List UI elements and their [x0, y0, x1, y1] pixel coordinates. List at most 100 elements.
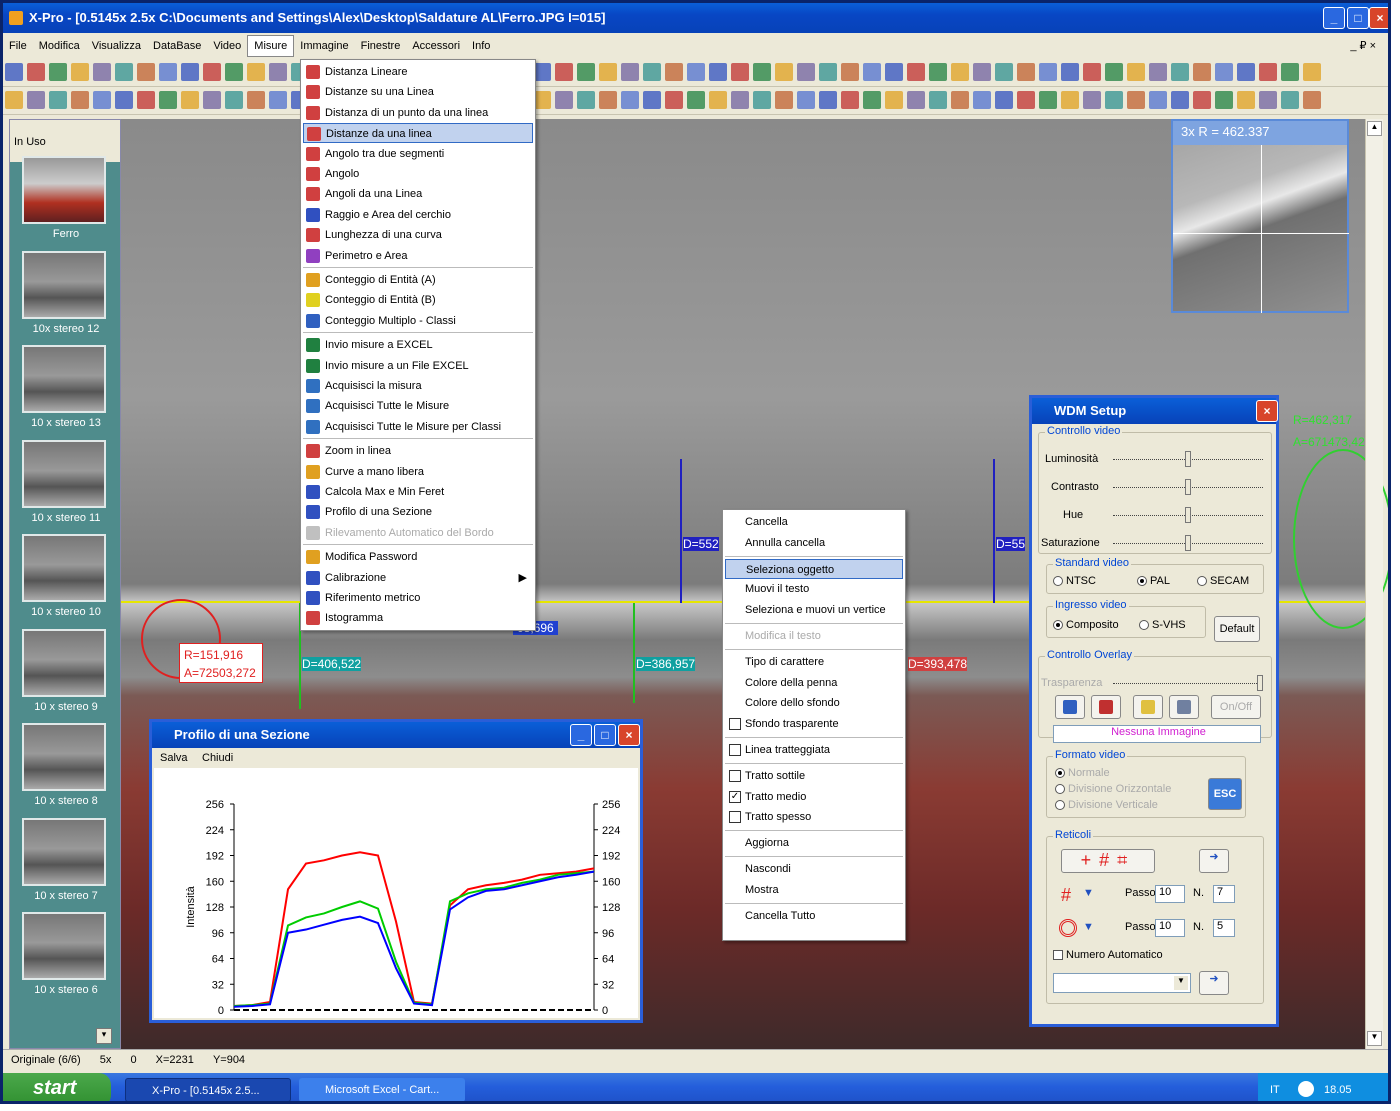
toolbar-icon[interactable]: [665, 63, 683, 81]
toolbar-icon[interactable]: [731, 63, 749, 81]
hue-knob[interactable]: [1185, 507, 1191, 523]
misure-item[interactable]: Distanze su una Linea: [303, 82, 533, 102]
misure-item[interactable]: Perimetro e Area: [303, 246, 533, 266]
profile-maximize-button[interactable]: □: [594, 724, 616, 746]
toolbar-icon[interactable]: [973, 91, 991, 109]
toolbar-icon[interactable]: [797, 63, 815, 81]
misure-item[interactable]: Profilo di una Sezione: [303, 502, 533, 522]
menu-misure[interactable]: Misure: [247, 35, 295, 57]
toolbar-icon[interactable]: [665, 91, 683, 109]
toolbar-icon[interactable]: [1105, 63, 1123, 81]
toolbar-icon[interactable]: [1127, 91, 1145, 109]
grid-icon[interactable]: #: [1061, 885, 1071, 906]
mdi-controls[interactable]: _ ₽ ×: [1344, 35, 1382, 56]
radio-pal[interactable]: PAL: [1137, 575, 1170, 587]
toolbar-icon[interactable]: [929, 91, 947, 109]
toolbar-icon[interactable]: [5, 91, 23, 109]
toolbar-icon[interactable]: [1193, 91, 1211, 109]
saturazione-knob[interactable]: [1185, 535, 1191, 551]
reticoli-select[interactable]: ▼: [1053, 973, 1191, 993]
misure-item[interactable]: Distanze da una linea: [303, 123, 533, 144]
toolbar-icon[interactable]: [555, 91, 573, 109]
overlay-btn-4[interactable]: [1169, 695, 1199, 719]
contrasto-knob[interactable]: [1185, 479, 1191, 495]
menu-accessori[interactable]: Accessori: [406, 36, 466, 56]
toolbar-icon[interactable]: [203, 63, 221, 81]
toolbar-icon[interactable]: [643, 63, 661, 81]
toolbar-icon[interactable]: [621, 91, 639, 109]
thumbnail-image[interactable]: [22, 628, 106, 697]
misure-item[interactable]: Calibrazione ▶: [303, 568, 533, 588]
toolbar-icon[interactable]: [137, 91, 155, 109]
menu-modifica[interactable]: Modifica: [33, 36, 86, 56]
toolbar-icon[interactable]: [5, 63, 23, 81]
thumbnail-image[interactable]: [22, 156, 106, 224]
toolbar-icon[interactable]: [951, 63, 969, 81]
toolbar-icon[interactable]: [819, 63, 837, 81]
misure-item[interactable]: Angolo: [303, 164, 533, 184]
misure-item[interactable]: Raggio e Area del cerchio: [303, 205, 533, 225]
wdm-close-button[interactable]: ×: [1256, 400, 1278, 422]
radio-composito[interactable]: Composito: [1053, 619, 1119, 631]
saturazione-slider[interactable]: [1113, 535, 1263, 551]
luminosita-knob[interactable]: [1185, 451, 1191, 467]
radio-div-verticale[interactable]: Divisione Verticale: [1055, 799, 1158, 811]
misure-item[interactable]: Distanza di un punto da una linea: [303, 103, 533, 123]
toolbar-icon[interactable]: [687, 91, 705, 109]
toolbar-icon[interactable]: [247, 63, 265, 81]
toolbar-icon[interactable]: [841, 63, 859, 81]
misure-item[interactable]: Invio misure a EXCEL: [303, 335, 533, 355]
toolbar-icon[interactable]: [1149, 63, 1167, 81]
profile-menu-chiudi[interactable]: Chiudi: [202, 752, 233, 764]
toolbar-icon[interactable]: [577, 63, 595, 81]
misure-item[interactable]: Modifica Password: [303, 547, 533, 567]
toolbar-icon[interactable]: [1083, 63, 1101, 81]
toolbar-icon[interactable]: [159, 91, 177, 109]
task-excel[interactable]: Microsoft Excel - Cart...: [299, 1078, 465, 1101]
toolbar-icon[interactable]: [1237, 63, 1255, 81]
toolbar-icon[interactable]: [1061, 91, 1079, 109]
misure-item[interactable]: Conteggio Multiplo - Classi: [303, 311, 533, 331]
toolbar-icon[interactable]: [863, 91, 881, 109]
luminosita-slider[interactable]: [1113, 451, 1263, 467]
menu-finestre[interactable]: Finestre: [355, 36, 407, 56]
toolbar-icon[interactable]: [269, 91, 287, 109]
toolbar-icon[interactable]: [71, 91, 89, 109]
thumbnail-image[interactable]: [22, 817, 106, 886]
maximize-button[interactable]: □: [1347, 7, 1369, 29]
toolbar-icon[interactable]: [1017, 63, 1035, 81]
misure-item[interactable]: Acquisisci la misura: [303, 376, 533, 396]
reticoli-apply-button-2[interactable]: ➜: [1199, 971, 1229, 995]
toolbar-icon[interactable]: [885, 63, 903, 81]
n-field-2[interactable]: 5: [1213, 919, 1235, 937]
context-item[interactable]: Seleziona oggetto: [725, 558, 903, 579]
reticoli-buttons[interactable]: +#⌗: [1061, 849, 1155, 873]
toolbar-icon[interactable]: [995, 63, 1013, 81]
onoff-button[interactable]: On/Off: [1211, 695, 1261, 719]
thumbnail-image[interactable]: [22, 250, 106, 319]
toolbar-icon[interactable]: [159, 63, 177, 81]
menu-database[interactable]: DataBase: [147, 36, 207, 56]
toolbar-icon[interactable]: [247, 91, 265, 109]
thumbnail-image[interactable]: [22, 439, 106, 508]
context-item[interactable]: Sfondo trasparente: [725, 714, 903, 734]
toolbar-icon[interactable]: [907, 91, 925, 109]
toolbar-icon[interactable]: [1039, 63, 1057, 81]
toolbar-icon[interactable]: [995, 91, 1013, 109]
toolbar-icon[interactable]: [621, 63, 639, 81]
overlay-btn-3[interactable]: [1133, 695, 1163, 719]
toolbar-icon[interactable]: [1281, 63, 1299, 81]
trasparenza-knob[interactable]: [1257, 675, 1263, 691]
passo-field-1[interactable]: 10: [1155, 885, 1185, 903]
vertical-scrollbar[interactable]: ▲ ▼: [1365, 119, 1383, 1049]
toolbar-icon[interactable]: [797, 91, 815, 109]
misure-item[interactable]: Zoom in linea: [303, 441, 533, 461]
toolbar-icon[interactable]: [951, 91, 969, 109]
toolbar-icon[interactable]: [863, 63, 881, 81]
misure-item[interactable]: Calcola Max e Min Feret: [303, 482, 533, 502]
misure-item[interactable]: Conteggio di Entità (A): [303, 270, 533, 290]
menu-video[interactable]: Video: [207, 36, 247, 56]
target-icon[interactable]: [1059, 919, 1077, 937]
trasparenza-slider[interactable]: [1113, 675, 1263, 691]
toolbar-icon[interactable]: [27, 91, 45, 109]
